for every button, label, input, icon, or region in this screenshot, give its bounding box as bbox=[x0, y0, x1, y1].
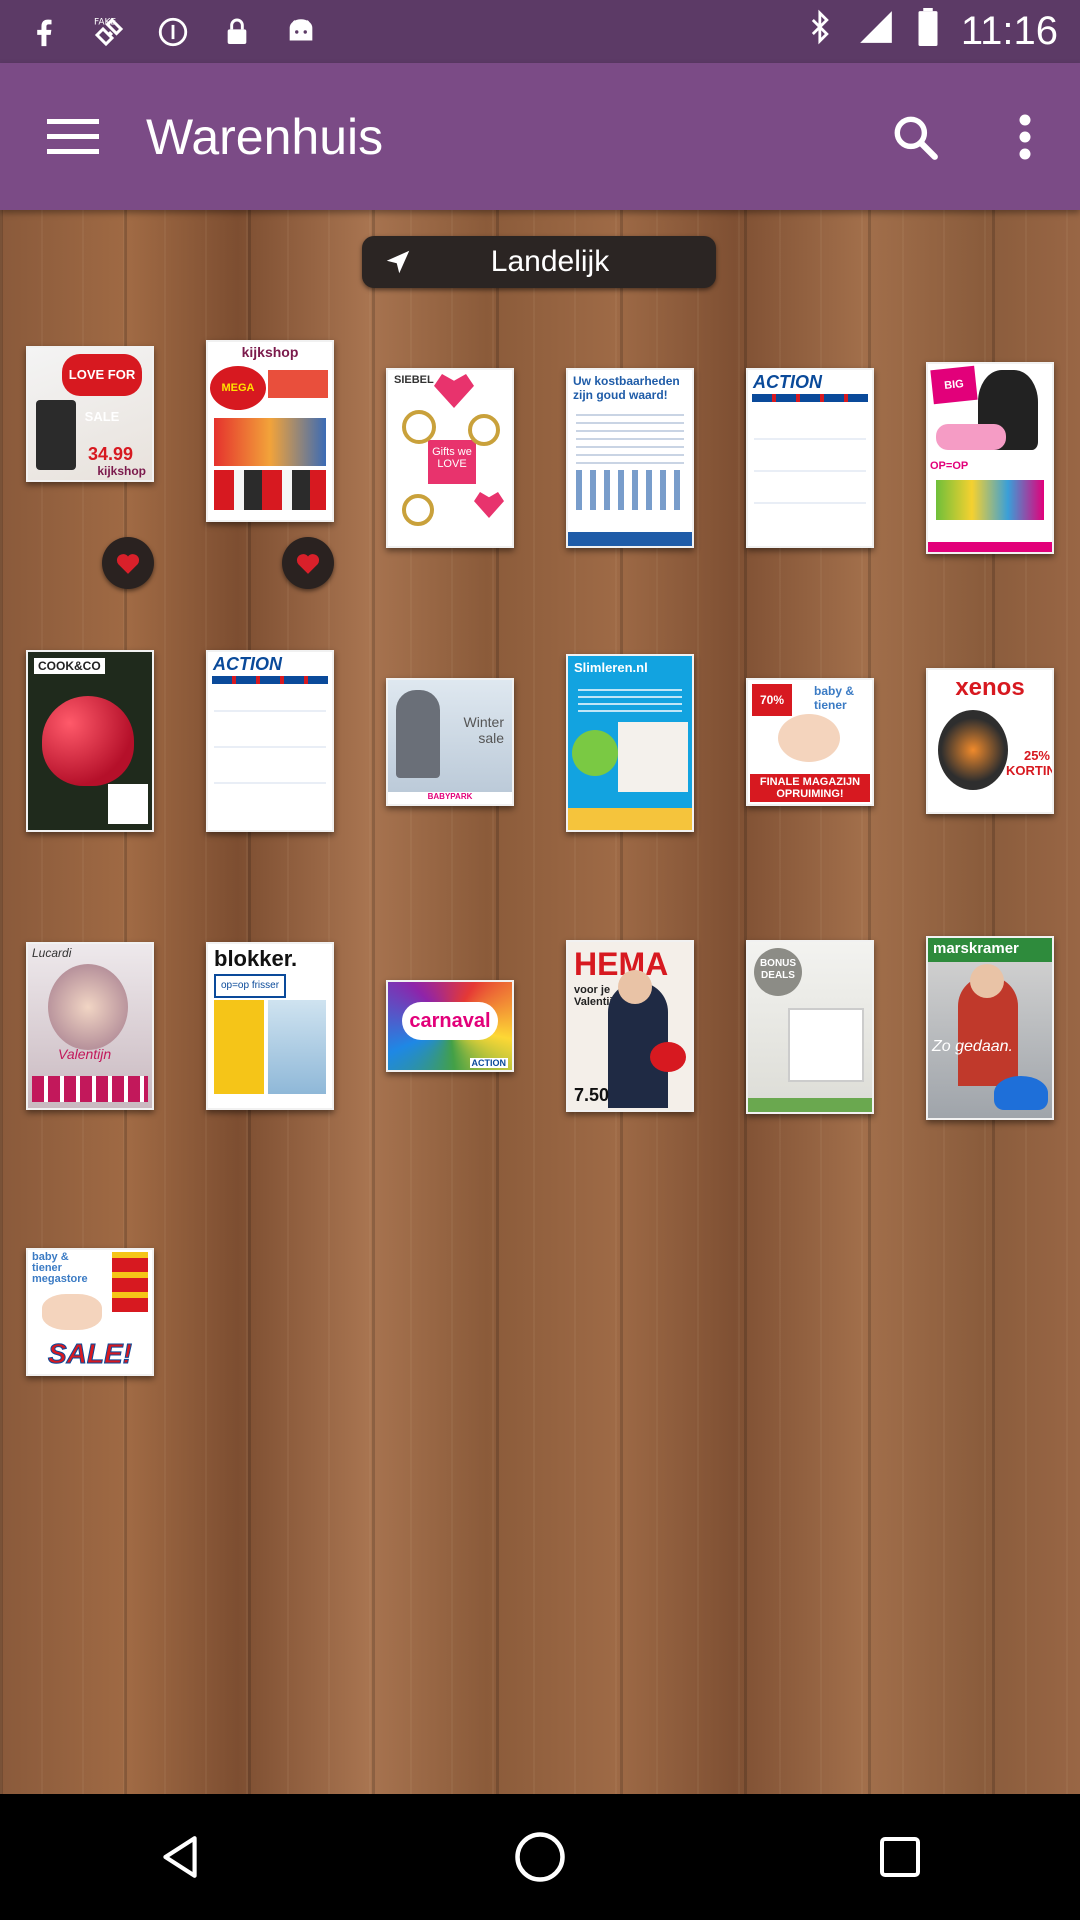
brochure-babypark-winter[interactable]: Winter sale BABYPARK bbox=[386, 678, 514, 806]
brochure-xenos[interactable]: xenos 25% KORTING bbox=[926, 668, 1054, 814]
brochure-headline: carnaval bbox=[402, 1002, 498, 1040]
favorite-heart-icon[interactable] bbox=[282, 537, 334, 589]
brochure-baby-tiener-magazijn[interactable]: 70% baby & tiener FINALE MAGAZIJN OPRUIM… bbox=[746, 678, 874, 806]
brochure-brand: ACTION bbox=[208, 652, 332, 676]
notification-icons: FAKE bbox=[0, 13, 320, 51]
brochure-bonus-deals[interactable]: BONUS DEALS bbox=[746, 940, 874, 1114]
brochure-brand: baby & tiener bbox=[814, 684, 855, 712]
page-title: Warenhuis bbox=[146, 108, 384, 165]
more-vert-icon[interactable] bbox=[970, 63, 1080, 210]
brochure-brand: Lucardi bbox=[32, 946, 72, 960]
system-navigation-bar bbox=[0, 1794, 1080, 1920]
location-selector[interactable]: Landelijk bbox=[362, 236, 716, 288]
brochure-hema-valentijn[interactable]: HEMA voor je Valentijn 7.50 bbox=[566, 940, 694, 1112]
brochure-lucardi-valentijn[interactable]: Lucardi Valentijn bbox=[26, 942, 154, 1110]
brochure-slimleren[interactable]: Slimleren.nl bbox=[566, 654, 694, 832]
brochure-cook-co[interactable]: COOK&CO bbox=[26, 650, 154, 832]
brochure-headline: Zo gedaan. bbox=[932, 1038, 1013, 1055]
brochure-headline: Uw kostbaarheden zijn goud waard! bbox=[573, 374, 680, 402]
brochure-baby-tiener-sale[interactable]: baby & tiener megastore SALE! bbox=[26, 1248, 154, 1376]
brochure-brand: ACTION bbox=[469, 1058, 508, 1068]
brochure-action-carnaval[interactable]: carnaval ACTION bbox=[386, 980, 514, 1072]
brochure-brand: kijkshop bbox=[208, 342, 332, 366]
brochure-headline: Winter sale bbox=[463, 714, 504, 746]
brochure-brand: COOK&CO bbox=[34, 658, 105, 674]
brochure-brand: Slimleren.nl bbox=[574, 660, 648, 675]
android-icon bbox=[282, 13, 320, 51]
brochure-headline: op=op frisser bbox=[214, 974, 286, 998]
brochure-brand: kijkshop bbox=[97, 464, 146, 478]
home-circle-icon[interactable] bbox=[480, 1797, 600, 1917]
location-label: Landelijk bbox=[490, 245, 610, 278]
recents-square-icon[interactable] bbox=[840, 1797, 960, 1917]
brochure-shelf: Landelijk LOVE FOR SALE 34.99 kijkshop k… bbox=[0, 210, 1080, 1794]
brochure-big-bazar[interactable]: BIG BAZAR OP=OP bbox=[926, 362, 1054, 554]
facebook-icon bbox=[26, 13, 64, 51]
brochure-headline: Valentijn bbox=[58, 1046, 112, 1062]
brochure-brand: BIG BAZAR bbox=[930, 365, 978, 427]
brochure-headline: MEGA SALE bbox=[210, 366, 266, 438]
clock: 11:16 bbox=[960, 9, 1058, 53]
brochure-blokker[interactable]: blokker. op=op frisser bbox=[206, 942, 334, 1110]
brochure-goud-waard[interactable]: Uw kostbaarheden zijn goud waard! bbox=[566, 368, 694, 548]
system-indicators: 11:16 bbox=[807, 7, 1080, 56]
brochure-brand: marskramer bbox=[928, 938, 1052, 962]
brochure-headline: 25% KORTING bbox=[1006, 748, 1052, 778]
brochure-brand: baby & tiener megastore bbox=[32, 1251, 88, 1285]
brochure-action-1[interactable]: ACTION bbox=[746, 368, 874, 548]
signal-icon bbox=[857, 8, 895, 56]
search-icon[interactable] bbox=[860, 63, 970, 210]
brochure-action-2[interactable]: ACTION bbox=[206, 650, 334, 832]
brochure-headline: Gifts we LOVE bbox=[428, 440, 476, 484]
brochure-brand: BABYPARK bbox=[388, 792, 512, 804]
hamburger-menu-icon[interactable] bbox=[0, 63, 146, 210]
brochure-kijkshop-love-sale[interactable]: LOVE FOR SALE 34.99 kijkshop bbox=[26, 346, 154, 482]
navigation-arrow-icon bbox=[372, 247, 424, 277]
brochure-kijkshop-mega-sale[interactable]: kijkshop MEGA SALE bbox=[206, 340, 334, 522]
brochure-brand: ACTION bbox=[748, 370, 872, 394]
brochure-brand: SIEBEL bbox=[394, 374, 434, 386]
data-saver-icon bbox=[154, 13, 192, 51]
fake-gps-icon: FAKE bbox=[90, 13, 128, 51]
brochure-marskramer[interactable]: marskramer Zo gedaan. bbox=[926, 936, 1054, 1120]
brochure-headline: LOVE FOR SALE bbox=[62, 354, 142, 424]
status-bar: FAKE 11:16 bbox=[0, 0, 1080, 63]
favorite-heart-icon[interactable] bbox=[102, 537, 154, 589]
app-bar: Warenhuis bbox=[0, 63, 1080, 210]
svg-text:FAKE: FAKE bbox=[94, 17, 116, 27]
brochure-siebel-gifts[interactable]: SIEBEL Gifts we LOVE bbox=[386, 368, 514, 548]
brochure-brand: blokker. bbox=[214, 946, 298, 971]
battery-icon bbox=[917, 7, 939, 56]
back-triangle-icon[interactable] bbox=[120, 1797, 240, 1917]
brochure-brand: xenos bbox=[955, 674, 1025, 701]
brochure-brand: BONUS DEALS bbox=[754, 948, 802, 996]
brochure-headline: OP=OP bbox=[930, 460, 969, 472]
bluetooth-icon bbox=[807, 8, 835, 56]
brochure-headline: SALE! bbox=[48, 1338, 133, 1370]
brochure-headline: FINALE MAGAZIJN OPRUIMING! bbox=[750, 774, 870, 802]
lock-icon bbox=[218, 13, 256, 51]
